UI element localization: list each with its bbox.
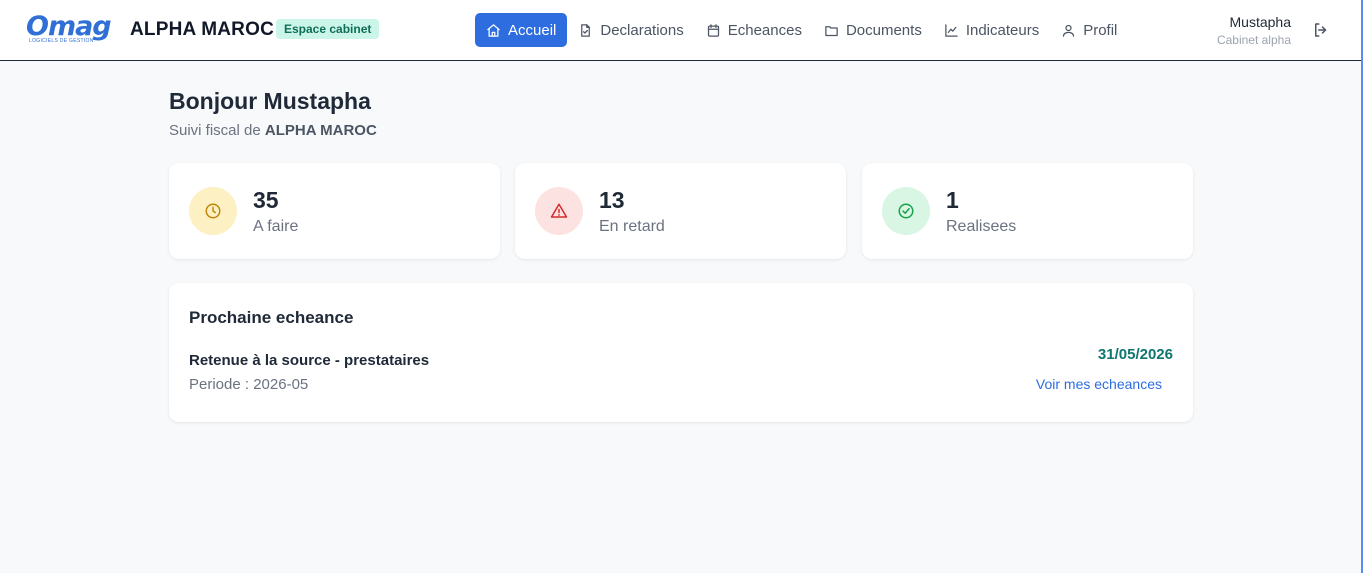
logout-icon xyxy=(1315,23,1327,37)
nav-item-accueil[interactable]: Accueil xyxy=(475,13,568,47)
next-due-date: 31/05/2026 xyxy=(1097,346,1173,363)
nav-label: Echeances xyxy=(727,21,802,39)
space-badge: Espace cabinet xyxy=(276,19,380,39)
check-circle-icon xyxy=(898,203,914,219)
nav-item-profil[interactable]: Profil xyxy=(1050,13,1128,47)
stat-value: 13 xyxy=(599,187,625,213)
folder-icon xyxy=(825,25,838,36)
stat-card-en-retard[interactable]: 13 En retard xyxy=(515,163,846,259)
next-due-title: Prochaine echeance xyxy=(189,308,354,327)
nav-label: Indicateurs xyxy=(965,21,1040,39)
stat-icon-circle xyxy=(882,187,930,235)
top-navbar: Omag LOGICIELS DE GESTION ALPHA MAROC Es… xyxy=(0,0,1361,61)
next-due-card: Prochaine echeance Retenue à la source -… xyxy=(169,283,1193,422)
nav-item-documents[interactable]: Documents xyxy=(813,13,933,47)
company-name: ALPHA MAROC xyxy=(130,19,274,40)
logo[interactable]: Omag LOGICIELS DE GESTION xyxy=(26,13,116,47)
stat-icon-circle xyxy=(189,187,237,235)
logout-button[interactable] xyxy=(1312,21,1330,39)
user-name: Mustapha xyxy=(1229,14,1291,30)
stat-value: 1 xyxy=(946,187,959,213)
page-title: Bonjour Mustapha xyxy=(169,88,371,114)
stat-card-realisees[interactable]: 1 Realisees xyxy=(862,163,1193,259)
stat-label: Realisees xyxy=(946,218,1017,235)
main-nav: Accueil Declarations Echeances Documents… xyxy=(475,13,1128,47)
warning-icon xyxy=(550,203,568,218)
next-due-item: Retenue à la source - prestataires xyxy=(189,352,430,369)
file-check-icon xyxy=(581,23,591,37)
nav-label: Accueil xyxy=(508,21,557,39)
nav-item-indicateurs[interactable]: Indicateurs xyxy=(933,13,1050,47)
stat-card-a-faire[interactable]: 35 A faire xyxy=(169,163,500,259)
stat-icon-circle xyxy=(535,187,583,235)
user-icon xyxy=(1063,24,1075,37)
calendar-icon xyxy=(707,23,719,37)
user-info: Mustapha Cabinet alpha xyxy=(1217,14,1291,48)
stat-value: 35 xyxy=(253,187,279,213)
stat-label: A faire xyxy=(253,218,299,235)
logo-text: Omag xyxy=(26,11,112,42)
nav-label: Documents xyxy=(845,21,922,39)
home-icon xyxy=(487,23,500,37)
clock-icon xyxy=(205,203,221,219)
next-due-period: Periode : 2026-05 xyxy=(189,376,309,393)
stat-label: En retard xyxy=(599,218,665,235)
chart-line-icon xyxy=(945,23,958,37)
nav-item-declarations[interactable]: Declarations xyxy=(567,13,694,47)
view-deadlines-link[interactable]: Voir mes echeances xyxy=(1036,376,1162,392)
logo-subtext: LOGICIELS DE GESTION xyxy=(29,38,94,44)
nav-item-echeances[interactable]: Echeances xyxy=(695,13,813,47)
subtitle-prefix: Suivi fiscal de xyxy=(169,122,265,139)
subtitle-company: ALPHA MAROC xyxy=(264,122,377,139)
nav-label: Declarations xyxy=(600,21,684,39)
page-subtitle: Suivi fiscal de ALPHA MAROC xyxy=(169,122,377,139)
user-cabinet: Cabinet alpha xyxy=(1216,33,1291,47)
nav-label: Profil xyxy=(1083,21,1118,39)
